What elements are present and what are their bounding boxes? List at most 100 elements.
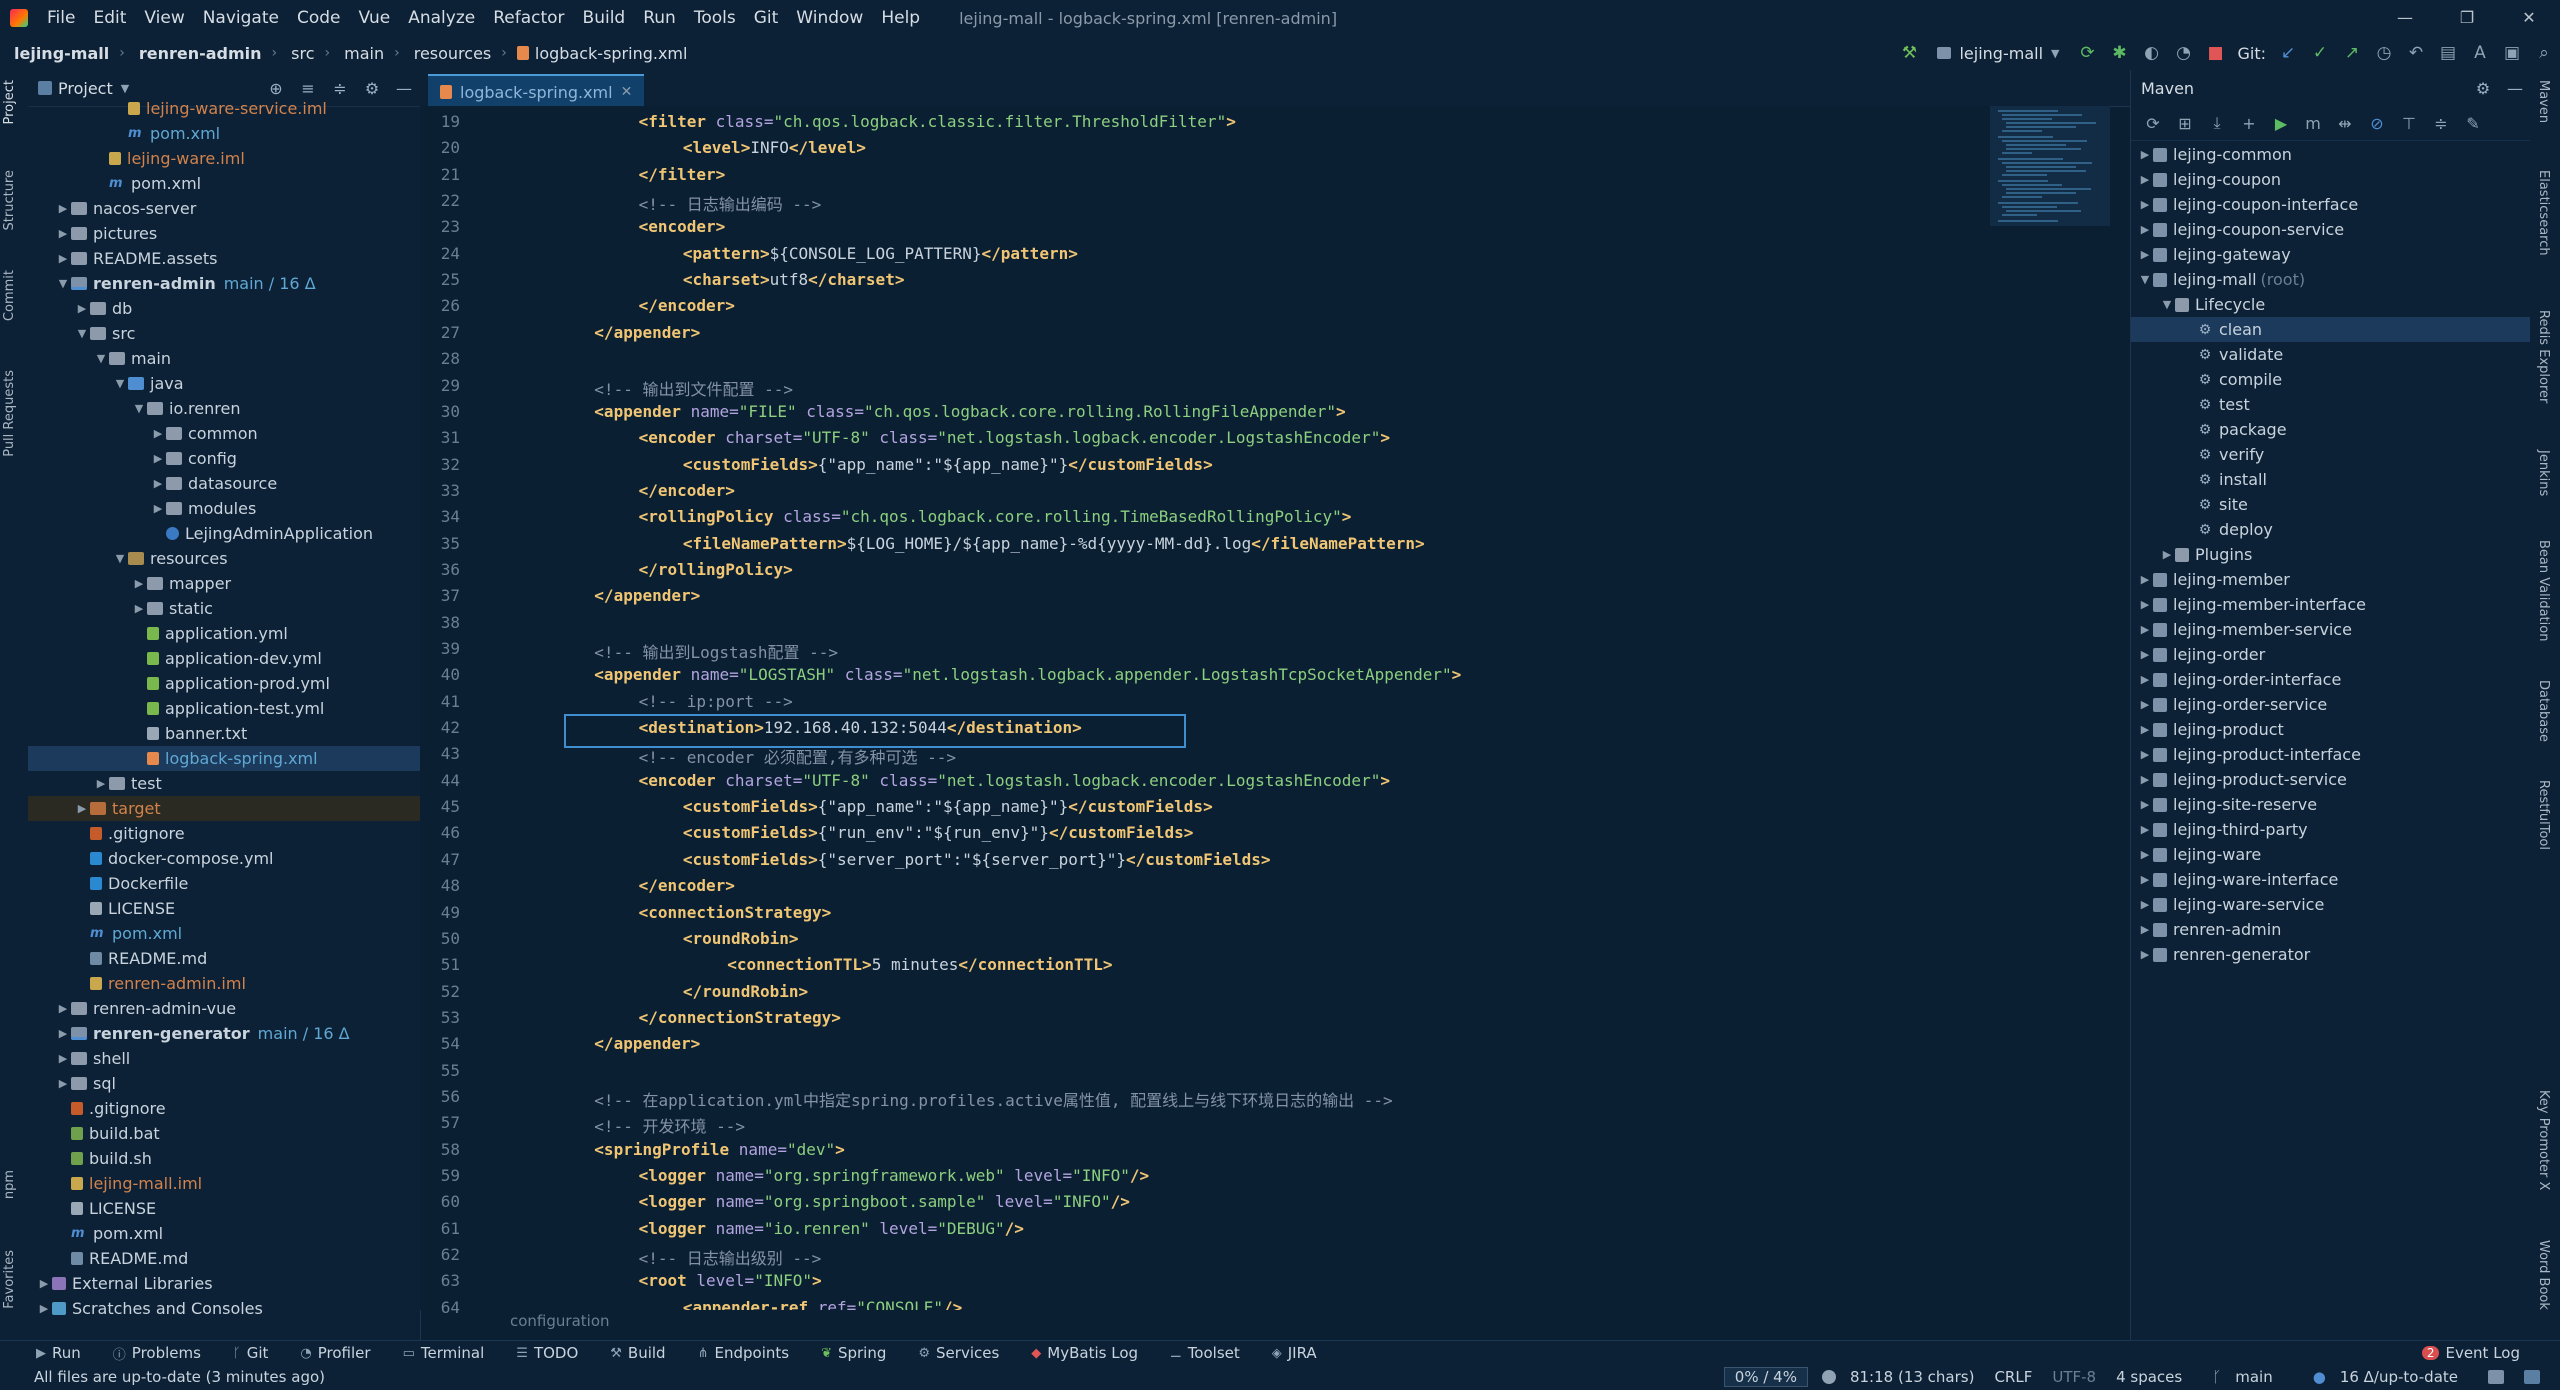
project-tree-item[interactable]: lejing-ware-service.iml [28, 96, 420, 121]
hide-icon[interactable]: — [388, 79, 420, 98]
restore-button[interactable]: ❐ [2436, 0, 2498, 36]
chevron-right-icon[interactable]: ▶ [150, 427, 166, 440]
show-dependencies-icon[interactable]: ⊤ [2393, 114, 2425, 133]
tool-run[interactable]: ▶ Run [36, 1344, 81, 1362]
chevron-right-icon[interactable]: ▶ [55, 1027, 71, 1040]
layout-icon[interactable]: ▣ [2499, 40, 2525, 66]
project-tree-item[interactable]: ▶ shell [28, 1046, 420, 1071]
project-tree-item[interactable]: .gitignore [28, 1096, 420, 1121]
stop-icon[interactable]: ■ [2202, 40, 2228, 66]
tool-problems[interactable]: ⓘ Problems [113, 1344, 201, 1363]
maven-lifecycle-goal[interactable]: ⚙ test [2131, 392, 2531, 417]
maven-tree-item[interactable]: ▶ lejing-ware [2131, 842, 2531, 867]
menu-edit[interactable]: Edit [93, 8, 126, 28]
chevron-right-icon[interactable]: ▶ [2137, 198, 2153, 211]
menu-vue[interactable]: Vue [359, 8, 391, 28]
chevron-down-icon[interactable]: ▼ [74, 327, 90, 340]
project-tree-item[interactable]: m pom.xml [28, 171, 420, 196]
maven-tree-item[interactable]: ▶ lejing-order-interface [2131, 667, 2531, 692]
maven-tree-item[interactable]: ▶ lejing-ware-service [2131, 892, 2531, 917]
chevron-right-icon[interactable]: ▶ [2137, 148, 2153, 161]
stripe-elasticsearch[interactable]: Elasticsearch [2536, 170, 2551, 256]
run-icon[interactable]: ▶ [2265, 114, 2297, 133]
project-panel-title[interactable]: Project [58, 79, 113, 98]
stripe-jenkins[interactable]: Jenkins [2536, 450, 2551, 496]
project-tree-item[interactable]: logback-spring.xml [28, 746, 420, 771]
tool-event-log[interactable]: 2 Event Log [2421, 1344, 2520, 1362]
maven-tree-item[interactable]: ▶ lejing-member-service [2131, 617, 2531, 642]
project-tree-item[interactable]: build.bat [28, 1121, 420, 1146]
git-commit-icon[interactable]: ✓ [2307, 40, 2333, 66]
maven-tree-item[interactable]: ▶ lejing-site-reserve [2131, 792, 2531, 817]
chevron-right-icon[interactable]: ▶ [2137, 223, 2153, 236]
project-tree-item[interactable]: ▶ README.assets [28, 246, 420, 271]
maven-tree-item[interactable]: ▶ lejing-product-service [2131, 767, 2531, 792]
project-tree-item[interactable]: Dockerfile [28, 871, 420, 896]
maven-tree-item[interactable]: ▶ lejing-product [2131, 717, 2531, 742]
project-tree-item[interactable]: LICENSE [28, 896, 420, 921]
project-tree-item[interactable]: ▶ modules [28, 496, 420, 521]
chevron-right-icon[interactable]: ▶ [2137, 848, 2153, 861]
breadcrumb-project[interactable]: lejing-mall [14, 44, 109, 63]
breadcrumb-file[interactable]: logback-spring.xml [535, 44, 688, 63]
project-tree-item[interactable]: ▶ renren-generator main / 16 Δ [28, 1021, 420, 1046]
stripe-project[interactable]: Project [2, 80, 17, 124]
tool-endpoints[interactable]: ⋔ Endpoints [698, 1344, 789, 1362]
project-tree-item[interactable]: application-prod.yml [28, 671, 420, 696]
rerun-icon[interactable]: ⟳ [2074, 40, 2100, 66]
chevron-right-icon[interactable]: ▶ [55, 1052, 71, 1065]
project-tree-item[interactable]: docker-compose.yml [28, 846, 420, 871]
file-encoding[interactable]: UTF-8 [2052, 1368, 2096, 1386]
code-editor[interactable]: <filter class="ch.qos.logback.classic.fi… [500, 106, 2110, 1310]
skip-tests-icon[interactable]: ⊘ [2361, 114, 2393, 133]
chevron-right-icon[interactable]: ▶ [2137, 673, 2153, 686]
tool-jira[interactable]: ◈ JIRA [1272, 1344, 1317, 1362]
menu-tools[interactable]: Tools [694, 8, 736, 28]
chevron-right-icon[interactable]: ▶ [2137, 948, 2153, 961]
project-tree-item[interactable]: README.md [28, 1246, 420, 1271]
project-tree-item[interactable]: banner.txt [28, 721, 420, 746]
run-configuration-select[interactable]: lejing-mall ▼ [1937, 44, 2059, 63]
maven-tree-item[interactable]: ▼ lejing-mall (root) [2131, 267, 2531, 292]
project-tree-item[interactable]: ▶ renren-admin-vue [28, 996, 420, 1021]
download-icon[interactable]: ⤓ [2201, 113, 2233, 133]
stripe-npm[interactable]: npm [2, 1170, 17, 1199]
chevron-right-icon[interactable]: ▶ [2137, 823, 2153, 836]
maven-lifecycle-goal[interactable]: ⚙ install [2131, 467, 2531, 492]
lock-icon[interactable] [2488, 1370, 2504, 1384]
chevron-right-icon[interactable]: ▶ [2137, 573, 2153, 586]
menu-analyze[interactable]: Analyze [408, 8, 475, 28]
project-tree-item[interactable]: ▶ common [28, 421, 420, 446]
maven-lifecycle-goal[interactable]: ⚙ compile [2131, 367, 2531, 392]
project-tree-item[interactable]: ▶ config [28, 446, 420, 471]
wrench-icon[interactable]: ✎ [2457, 114, 2489, 133]
git-push-icon[interactable]: ↗ [2339, 40, 2365, 66]
execute-goal-icon[interactable]: m [2297, 114, 2329, 133]
tool-mybatis-log[interactable]: ◆ MyBatis Log [1031, 1344, 1138, 1362]
caret-position[interactable]: 81:18 (13 chars) [1850, 1368, 1974, 1386]
tool-toolset[interactable]: ⚊ Toolset [1170, 1344, 1240, 1362]
tool-todo[interactable]: ☰ TODO [516, 1344, 578, 1362]
chevron-down-icon[interactable]: ▼ [2137, 273, 2153, 286]
chevron-down-icon[interactable]: ▼ [121, 82, 129, 95]
project-tree-item[interactable]: ▶ target [28, 796, 420, 821]
build-hammer-icon[interactable]: ⚒ [1896, 40, 1922, 66]
expand-all-icon[interactable]: ≡ [292, 79, 324, 98]
git-update-icon[interactable]: ↙ [2275, 40, 2301, 66]
maven-tree-item[interactable]: ▶ lejing-third-party [2131, 817, 2531, 842]
menu-run[interactable]: Run [643, 8, 676, 28]
indent-setting[interactable]: 4 spaces [2116, 1368, 2182, 1386]
project-tree-item[interactable]: m pom.xml [28, 921, 420, 946]
maven-tree-item[interactable]: ▶ lejing-order-service [2131, 692, 2531, 717]
breadcrumb-resources[interactable]: resources [414, 44, 492, 63]
menu-refactor[interactable]: Refactor [493, 8, 564, 28]
stripe-bean-validation[interactable]: Bean Validation [2536, 540, 2551, 641]
chevron-right-icon[interactable]: ▶ [2137, 248, 2153, 261]
project-tree-item[interactable]: ▶ static [28, 596, 420, 621]
chevron-right-icon[interactable]: ▶ [93, 777, 109, 790]
project-tree-item[interactable]: renren-admin.iml [28, 971, 420, 996]
project-tree-item[interactable]: application.yml [28, 621, 420, 646]
tool-build[interactable]: ⚒ Build [610, 1344, 665, 1362]
stripe-key-promoter[interactable]: Key Promoter X [2536, 1090, 2551, 1190]
menu-code[interactable]: Code [297, 8, 341, 28]
